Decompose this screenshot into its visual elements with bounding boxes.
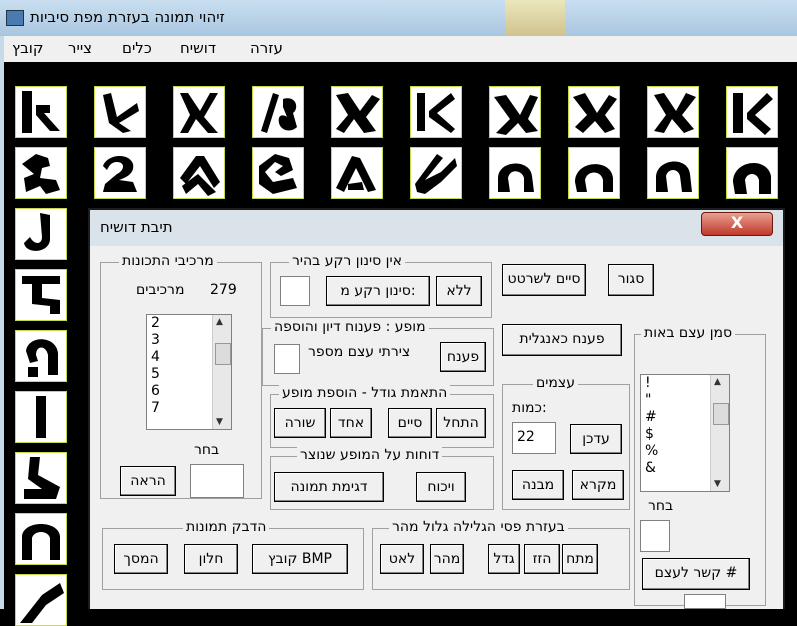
- dialog-close-button[interactable]: X: [701, 212, 773, 236]
- features-count-label: מרכיבים: [136, 282, 185, 298]
- bg-filter-checkbox[interactable]: [280, 276, 310, 306]
- window-title: זיהוי תמונה בעזרת מפת סיביות: [30, 8, 225, 26]
- symbols-listbox[interactable]: ! " # $ % & ▲ ▼: [640, 374, 730, 492]
- reports-group-label: דוחות על המופע שנוצר: [297, 447, 443, 463]
- glyph-cell[interactable]: [252, 86, 304, 138]
- close-button[interactable]: סגור: [608, 264, 654, 296]
- window-titlebar: זיהוי תמונה בעזרת מפת סיביות: [0, 0, 797, 36]
- finish-button[interactable]: סיים: [388, 408, 432, 438]
- argue-button[interactable]: ויכוח: [416, 472, 466, 502]
- screen-button[interactable]: המסך: [114, 544, 168, 574]
- glyph-cell[interactable]: [568, 86, 620, 138]
- glyph-cell[interactable]: [94, 147, 146, 199]
- link-object-field[interactable]: [684, 594, 726, 609]
- features-choose-field[interactable]: [190, 464, 244, 498]
- features-count: 279: [210, 282, 237, 298]
- scroll-up-icon[interactable]: ▲: [714, 377, 721, 387]
- scroll-down-icon[interactable]: ▼: [216, 417, 223, 427]
- bg-filter-group-label: אין סינון רקע בהיר: [289, 253, 405, 269]
- menu-draw[interactable]: צייר: [68, 39, 92, 57]
- dialog-window: תיבת דושיח X מרכיבי התכונות 279 מרכיבים …: [90, 210, 783, 609]
- glyph-cell[interactable]: [726, 147, 778, 199]
- symbols-choose-field[interactable]: [640, 520, 670, 552]
- glyph-cell[interactable]: [489, 147, 541, 199]
- update-button[interactable]: עדכן: [570, 424, 622, 454]
- glyph-cell[interactable]: [15, 391, 67, 443]
- scroll-down-icon[interactable]: ▼: [714, 479, 721, 489]
- objects-count-label: כמות:: [512, 400, 547, 416]
- appearance-group-label: מופע : פענוח דיון והוספה: [271, 319, 429, 335]
- row-button[interactable]: שורה: [274, 408, 326, 438]
- filter-bg-button[interactable]: סינון רקע מ:: [326, 276, 430, 306]
- glyph-cell[interactable]: [94, 86, 146, 138]
- scroll-up-icon[interactable]: ▲: [216, 317, 223, 327]
- features-listbox[interactable]: 2 3 4 5 6 7 ▲ ▼: [146, 314, 232, 430]
- glyph-cell[interactable]: [410, 147, 462, 199]
- glyph-cell[interactable]: [15, 208, 67, 260]
- link-object-button[interactable]: קשר לעצם #: [642, 558, 750, 590]
- features-scrollbar[interactable]: ▲ ▼: [212, 315, 231, 429]
- features-group-label: מרכיבי התכונות: [119, 253, 217, 269]
- objects-count-field[interactable]: 22: [512, 422, 556, 454]
- symbols-scrollbar[interactable]: ▲ ▼: [710, 375, 729, 491]
- menu-dialog[interactable]: דושיח: [180, 39, 216, 57]
- features-choose-label: בחר: [194, 442, 220, 458]
- size-fit-group-label: התאמת גודל - הוספת מופע: [279, 385, 451, 401]
- enlarge-button[interactable]: גדל: [488, 544, 520, 574]
- stretch-button[interactable]: מתח: [562, 544, 598, 574]
- scroll-speed-group-label: בעזרת פסי הגלילה גלול מהר: [389, 519, 568, 535]
- decode-english-button[interactable]: פענח כאנגלית: [502, 324, 622, 356]
- sample-image-button[interactable]: דגימת תמונה: [274, 472, 384, 502]
- glyph-cell[interactable]: [173, 147, 225, 199]
- bmp-file-button[interactable]: קובץ BMP: [252, 544, 348, 574]
- symbols-choose-label: בחר: [648, 498, 674, 514]
- glyph-cell[interactable]: [489, 86, 541, 138]
- glyph-cell[interactable]: [15, 86, 67, 138]
- glyph-cell[interactable]: [331, 147, 383, 199]
- menu-help[interactable]: עזרה: [250, 39, 283, 57]
- scroll-thumb[interactable]: [713, 403, 729, 425]
- menu-bar: קובץ צייר כלים דושיח עזרה: [4, 36, 797, 63]
- symbols-group-label: סמן עצם באות: [641, 325, 736, 341]
- start-button[interactable]: התחל: [436, 408, 486, 438]
- one-button[interactable]: אחד: [330, 408, 372, 438]
- dialog-title: תיבת דושיח: [100, 218, 173, 236]
- structure-button[interactable]: מבנה: [512, 470, 564, 500]
- fast-button[interactable]: מהר: [430, 544, 464, 574]
- glyph-cell[interactable]: [15, 330, 67, 382]
- window-button[interactable]: חלון: [184, 544, 238, 574]
- dialog-titlebar[interactable]: תיבת דושיח X: [90, 210, 783, 246]
- glyph-cell[interactable]: [15, 452, 67, 504]
- no-filter-button[interactable]: ללא: [436, 276, 482, 306]
- objects-group-label: עצמים: [533, 375, 578, 391]
- move-button[interactable]: הזז: [524, 544, 560, 574]
- show-button[interactable]: הראה: [120, 466, 176, 496]
- glyph-cell[interactable]: [647, 86, 699, 138]
- glyph-cell[interactable]: [252, 147, 304, 199]
- glyph-cell[interactable]: [15, 269, 67, 321]
- app-icon: [6, 10, 24, 26]
- glyph-cell[interactable]: [647, 147, 699, 199]
- menu-file[interactable]: קובץ: [12, 39, 44, 57]
- glyph-cell[interactable]: [15, 513, 67, 565]
- draw-number-label: צירתי עצם מספר: [308, 344, 411, 360]
- glyph-cell[interactable]: [410, 86, 462, 138]
- glyph-cell[interactable]: [568, 147, 620, 199]
- legend-button[interactable]: מקרא: [572, 470, 624, 500]
- glyph-cell[interactable]: [726, 86, 778, 138]
- glyph-cell[interactable]: [173, 86, 225, 138]
- slow-button[interactable]: לאט: [380, 544, 424, 574]
- menu-tools[interactable]: כלים: [122, 39, 152, 57]
- titlebar-glare: [505, 0, 565, 36]
- glyph-cell[interactable]: [331, 86, 383, 138]
- draw-number-checkbox[interactable]: [274, 344, 300, 374]
- decode-button[interactable]: פענח: [440, 342, 486, 372]
- paste-group-label: הדבק תמונות: [183, 519, 270, 535]
- finish-drawing-button[interactable]: סיים לשרטט: [502, 264, 586, 296]
- scroll-thumb[interactable]: [215, 343, 231, 365]
- glyph-cell[interactable]: [15, 147, 67, 199]
- glyph-cell[interactable]: [15, 574, 67, 626]
